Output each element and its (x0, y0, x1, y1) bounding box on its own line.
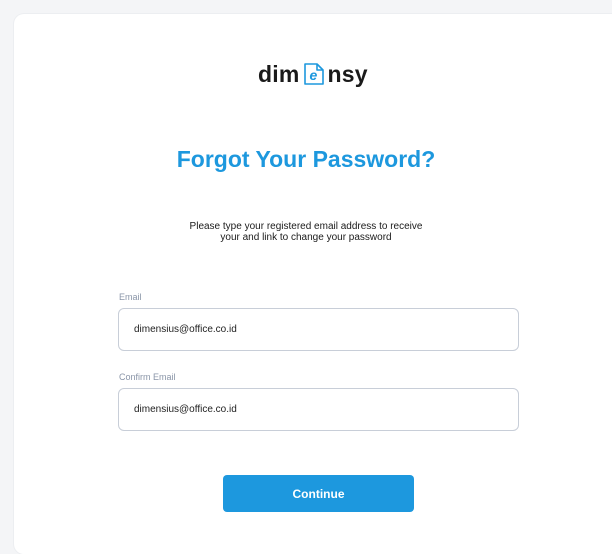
svg-text:e: e (309, 67, 317, 83)
forgot-password-card (14, 14, 612, 554)
logo-suffix: nsy (327, 60, 368, 87)
email-label: Email (119, 292, 142, 302)
logo-e-icon: e (301, 61, 327, 87)
continue-button[interactable]: Continue (223, 475, 414, 512)
instructions-line-1: Please type your registered email addres… (189, 221, 423, 232)
logo-prefix: dim (258, 60, 300, 87)
page-title: Forgot Your Password? (176, 146, 436, 172)
confirm-email-field[interactable] (118, 388, 519, 431)
instructions-line-2: your and link to change your password (220, 232, 392, 243)
instructions: Please type your registered email addres… (150, 221, 462, 243)
confirm-email-label: Confirm Email (119, 372, 176, 382)
logo: dim e nsy (258, 58, 368, 90)
email-field[interactable] (118, 308, 519, 351)
